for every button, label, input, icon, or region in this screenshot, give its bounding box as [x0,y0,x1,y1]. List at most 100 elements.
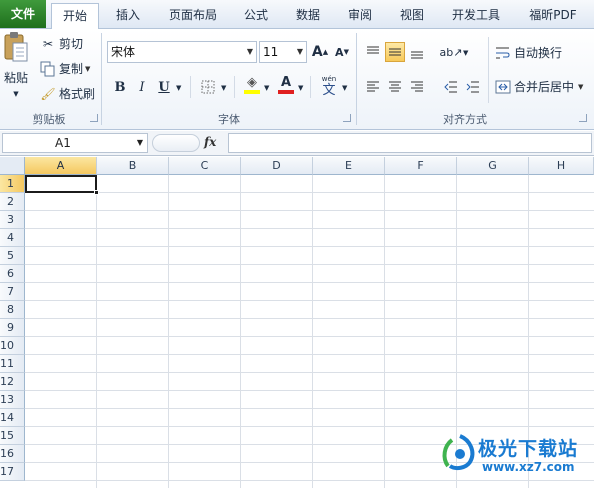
tab-home[interactable]: 开始 [51,3,99,30]
align-middle-button[interactable] [385,42,405,62]
row-header-2[interactable]: 2 [0,193,25,211]
row-header-3[interactable]: 3 [0,211,25,229]
text-orientation-icon: ab↗ [439,45,463,59]
align-top-button[interactable] [363,42,383,62]
font-color-swatch [278,90,294,94]
borders-button[interactable] [198,77,218,97]
chevron-down-icon[interactable]: ▼ [176,84,181,92]
chevron-down-icon[interactable]: ▼ [463,49,468,57]
column-header-f[interactable]: F [385,157,457,175]
column-header-e[interactable]: E [313,157,385,175]
align-center-button[interactable] [385,77,405,97]
tab-data[interactable]: 数据 [286,3,330,29]
phonetic-button[interactable]: wén 文 [318,73,340,99]
tab-review[interactable]: 审阅 [338,3,382,29]
tab-insert[interactable]: 插入 [106,3,150,29]
tab-page-layout[interactable]: 页面布局 [160,3,226,29]
gridline [25,228,594,229]
column-header-g[interactable]: G [457,157,529,175]
gridline [25,372,594,373]
chevron-down-icon[interactable]: ▼ [342,84,347,92]
chevron-down-icon[interactable]: ▼ [221,84,226,92]
align-bottom-button[interactable] [407,42,427,62]
tab-file[interactable]: 文件 [0,0,46,28]
font-size-dropdown[interactable]: 11 ▼ [259,41,307,63]
align-left-button[interactable] [363,77,383,97]
alignment-group-label: 对齐方式 [443,113,487,126]
tab-developer[interactable]: 开发工具 [443,3,509,29]
cut-button[interactable]: ✂ 剪切 [40,35,83,52]
formula-bar-splitter[interactable] [152,134,200,152]
copy-button[interactable]: 复制 ▼ [40,60,90,77]
row-header-9[interactable]: 9 [0,319,25,337]
watermark: 极光下载站 www.xz7.com [440,430,590,480]
paste-icon [4,32,28,62]
gridline [25,282,594,283]
column-header-d[interactable]: D [241,157,313,175]
fill-color-button[interactable]: ◈ [242,75,262,95]
row-header-17[interactable]: 17 [0,463,25,481]
grow-font-button[interactable]: A ▲ [310,42,330,62]
shrink-font-button[interactable]: A ▼ [332,42,352,62]
align-right-button[interactable] [407,77,427,97]
dialog-launcher-icon[interactable] [343,114,351,122]
row-header-4[interactable]: 4 [0,229,25,247]
chevron-down-icon[interactable]: ▼ [264,84,269,92]
decrease-indent-button[interactable] [441,77,461,97]
align-bottom-icon [411,51,423,59]
watermark-url: www.xz7.com [482,460,575,474]
format-painter-label: 格式刷 [59,87,96,101]
align-top-icon [367,46,379,54]
row-header-5[interactable]: 5 [0,247,25,265]
increase-indent-button[interactable] [463,77,483,97]
font-size-value: 11 [263,45,279,59]
watermark-text: 极光下载站 [478,438,579,460]
column-header-h[interactable]: H [529,157,594,175]
row-header-12[interactable]: 12 [0,373,25,391]
row-header-13[interactable]: 13 [0,391,25,409]
row-header-16[interactable]: 16 [0,445,25,463]
tab-view[interactable]: 视图 [390,3,434,29]
name-box[interactable]: A1 ▼ [2,133,148,153]
tab-foxit-pdf[interactable]: 福昕PDF [518,3,588,29]
ribbon-tab-bar: 文件 开始 插入 页面布局 公式 数据 审阅 视图 开发工具 福昕PDF [0,0,594,30]
gridline [25,300,594,301]
row-header-11[interactable]: 11 [0,355,25,373]
underline-button[interactable]: U [154,77,174,97]
wrap-text-button[interactable]: 自动换行 [495,44,562,61]
column-header-a[interactable]: A [25,157,97,175]
column-header-b[interactable]: B [97,157,169,175]
row-header-14[interactable]: 14 [0,409,25,427]
dialog-launcher-icon[interactable] [579,114,587,122]
orientation-button[interactable]: ab↗ [439,42,463,62]
row-header-1[interactable]: 1 [0,175,25,193]
insert-function-icon[interactable]: fx [204,135,216,149]
row-header-8[interactable]: 8 [0,301,25,319]
paste-label: 粘贴 [3,71,28,85]
align-right-icon [411,81,423,92]
divider [234,76,235,98]
tab-formulas[interactable]: 公式 [234,3,278,29]
chevron-down-icon[interactable]: ▼ [137,134,143,152]
chevron-down-icon[interactable]: ▼ [298,84,303,92]
font-name-dropdown[interactable]: 宋体 ▼ [107,41,257,63]
dialog-launcher-icon[interactable] [90,114,98,122]
italic-button[interactable]: I [132,77,152,97]
decrease-indent-icon [444,81,457,93]
row-header-15[interactable]: 15 [0,427,25,445]
fill-handle[interactable] [94,190,99,195]
cut-label: 剪切 [59,37,84,51]
paste-button[interactable]: 粘贴 ▼ [2,31,30,107]
row-header-10[interactable]: 10 [0,337,25,355]
format-painter-button[interactable]: 🖌 格式刷 [40,85,95,102]
row-header-6[interactable]: 6 [0,265,25,283]
font-color-button[interactable]: A [276,75,296,95]
merge-center-button[interactable]: 合并后居中 ▼ [495,78,583,95]
bold-button[interactable]: B [110,77,130,97]
selected-cell-a1[interactable] [25,175,99,195]
column-header-c[interactable]: C [169,157,241,175]
gridline [25,318,594,319]
formula-input[interactable] [228,133,592,153]
select-all-corner[interactable] [0,157,25,175]
row-header-7[interactable]: 7 [0,283,25,301]
